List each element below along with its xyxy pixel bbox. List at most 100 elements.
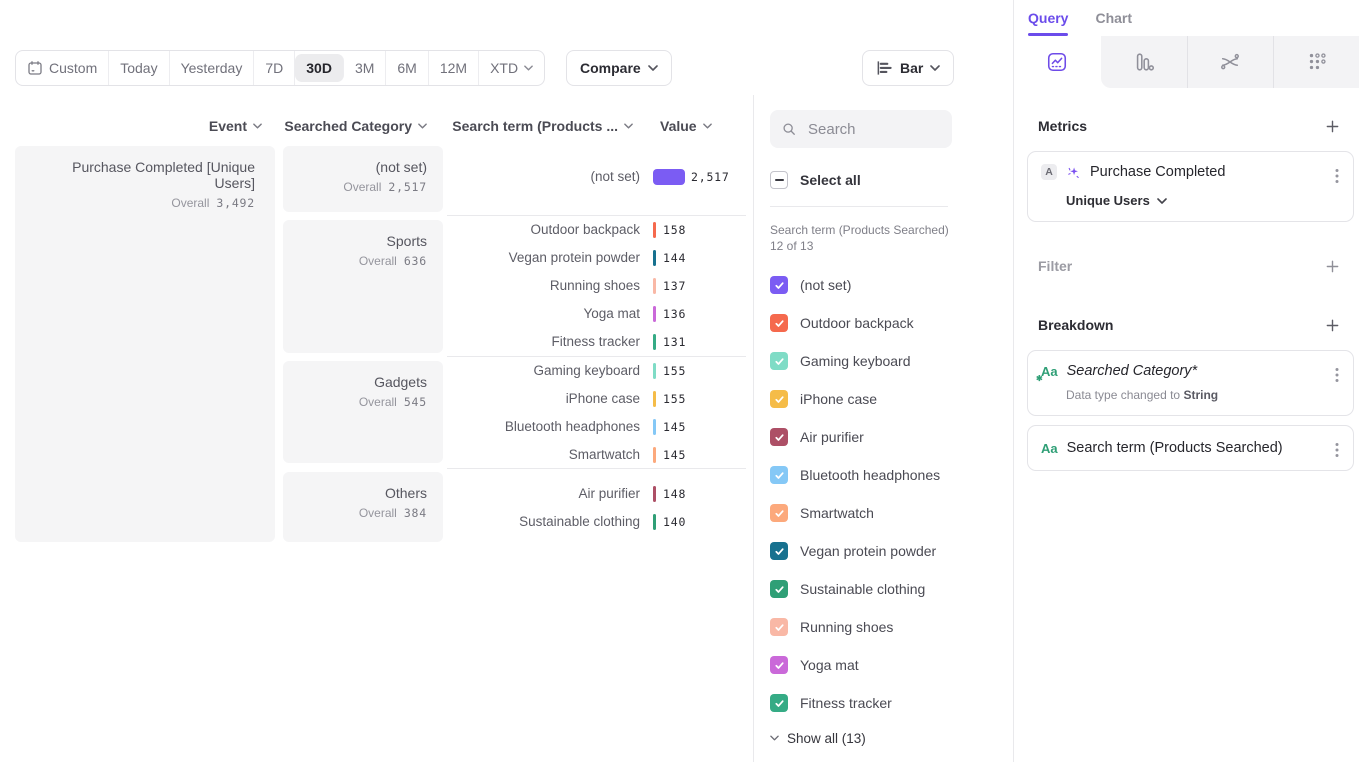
value-bar[interactable] (653, 169, 685, 185)
value-number: 2,517 (691, 170, 730, 184)
analytics-app: { "toolbar": { "date_ranges": [ {"label"… (0, 0, 1359, 762)
value-bar[interactable] (653, 278, 656, 294)
series-search-box[interactable] (770, 110, 952, 148)
add-filter-button[interactable] (1325, 259, 1340, 274)
value-bar[interactable] (653, 391, 656, 407)
chevron-down-icon (253, 123, 262, 129)
report-tab-insights[interactable] (1014, 36, 1100, 88)
tab-chart[interactable]: Chart (1095, 0, 1132, 36)
value-number: 145 (663, 448, 686, 462)
series-item-sustainable-clothing[interactable]: Sustainable clothing (770, 570, 1013, 608)
series-item-vegan-protein-powder[interactable]: Vegan protein powder (770, 532, 1013, 570)
category-name: Others (299, 485, 427, 501)
breakdown-card-searched-category[interactable]: Aa✱ Searched Category* Data type changed… (1027, 350, 1354, 416)
column-header-event[interactable]: Event (15, 117, 262, 135)
value-bar[interactable] (653, 363, 656, 379)
series-checkbox[interactable] (770, 276, 788, 294)
retention-icon (1306, 51, 1328, 73)
date-range-control[interactable]: Custom TodayYesterday7D30D3M 6M 12MXTD (15, 50, 545, 86)
column-header-searched-category[interactable]: Searched Category (283, 117, 427, 135)
date-range-today[interactable]: Today (109, 51, 169, 85)
series-item-gaming-keyboard[interactable]: Gaming keyboard (770, 342, 1013, 380)
date-range-label: 6M (397, 60, 416, 76)
breakdown-card-search-term[interactable]: Aa Search term (Products Searched) (1027, 425, 1354, 471)
column-header-search-term[interactable]: Search term (Products ... (447, 117, 633, 135)
series-item-label: Gaming keyboard (800, 353, 911, 369)
date-range-custom[interactable]: Custom (16, 51, 109, 85)
add-metric-button[interactable] (1325, 119, 1340, 134)
series-item-yoga-mat[interactable]: Yoga mat (770, 646, 1013, 684)
modified-asterisk-icon: ✱ (1036, 375, 1043, 383)
series-checkbox[interactable] (770, 542, 788, 560)
series-checkbox[interactable] (770, 390, 788, 408)
tab-query[interactable]: Query (1028, 0, 1068, 36)
metric-card[interactable]: A Purchase Completed Unique Users (1027, 151, 1354, 222)
report-tab-flows[interactable] (1187, 36, 1273, 88)
show-all-button[interactable]: Show all (13) (770, 722, 1013, 754)
search-term-label: Sustainable clothing (447, 508, 640, 536)
sidebar-tabs: Query Chart (1014, 0, 1359, 36)
search-term-label: Fitness tracker (447, 328, 640, 356)
date-range-xtd[interactable]: XTD (479, 51, 544, 85)
series-item-bluetooth-headphones[interactable]: Bluetooth headphones (770, 456, 1013, 494)
value-bar[interactable] (653, 306, 656, 322)
value-bar[interactable] (653, 486, 656, 502)
report-tab-retention[interactable] (1274, 36, 1359, 88)
series-item-fitness-tracker[interactable]: Fitness tracker (770, 684, 1013, 722)
search-term-label: Air purifier (447, 480, 640, 508)
date-range-3m[interactable]: 3M (344, 51, 386, 85)
category-cell-sports: Sports Overall636 (283, 220, 443, 353)
series-search-input[interactable] (806, 120, 940, 139)
series-checkbox[interactable] (770, 618, 788, 636)
series-item-not-set[interactable]: (not set) (770, 266, 1013, 304)
date-range-label: Custom (49, 60, 97, 76)
metric-options-kebab-icon[interactable] (1332, 165, 1342, 187)
metrics-heading: Metrics (1038, 118, 1087, 134)
series-checkbox[interactable] (770, 352, 788, 370)
value-row-vegan-protein-powder: Vegan protein powder 144 (447, 244, 747, 272)
search-term-label: Running shoes (447, 272, 640, 300)
series-item-air-purifier[interactable]: Air purifier (770, 418, 1013, 456)
category-cell-others: Others Overall384 (283, 472, 443, 542)
series-filter-panel: Select all Search term (Products Searche… (753, 95, 1013, 762)
date-range-12m[interactable]: 12M (429, 51, 479, 85)
series-checkbox[interactable] (770, 694, 788, 712)
column-header-value[interactable]: Value (660, 117, 720, 135)
value-bar[interactable] (653, 447, 656, 463)
value-bar[interactable] (653, 222, 656, 238)
series-item-label: Air purifier (800, 429, 864, 445)
date-range-yesterday[interactable]: Yesterday (170, 51, 255, 85)
breakdown-options-kebab-icon[interactable] (1332, 364, 1342, 386)
aggregation-label: Unique Users (1066, 193, 1150, 208)
aggregation-dropdown[interactable]: Unique Users (1066, 193, 1167, 208)
series-item-label: Yoga mat (800, 657, 859, 673)
series-item-iphone-case[interactable]: iPhone case (770, 380, 1013, 418)
select-all-row[interactable]: Select all (770, 171, 1013, 189)
value-bar[interactable] (653, 419, 656, 435)
series-item-outdoor-backpack[interactable]: Outdoor backpack (770, 304, 1013, 342)
add-breakdown-button[interactable] (1325, 318, 1340, 333)
value-bar[interactable] (653, 250, 656, 266)
series-checkbox[interactable] (770, 580, 788, 598)
date-range-30d[interactable]: 30D (295, 54, 344, 82)
series-item-running-shoes[interactable]: Running shoes (770, 608, 1013, 646)
series-checkbox[interactable] (770, 466, 788, 484)
category-name: (not set) (299, 159, 427, 175)
value-bar[interactable] (653, 514, 656, 530)
select-all-checkbox[interactable] (770, 171, 788, 189)
breakdown-heading: Breakdown (1038, 317, 1113, 333)
series-checkbox[interactable] (770, 314, 788, 332)
string-property-icon: Aa (1041, 442, 1058, 455)
value-bar[interactable] (653, 334, 656, 350)
series-item-smartwatch[interactable]: Smartwatch (770, 494, 1013, 532)
series-checkbox[interactable] (770, 428, 788, 446)
date-range-6m[interactable]: 6M (386, 51, 428, 85)
series-checkbox[interactable] (770, 504, 788, 522)
compare-button[interactable]: Compare (566, 50, 672, 86)
report-tab-funnels[interactable] (1101, 36, 1187, 88)
breakdown-options-kebab-icon[interactable] (1332, 439, 1342, 461)
series-checkbox[interactable] (770, 656, 788, 674)
chart-type-button[interactable]: Bar (862, 50, 954, 86)
chevron-down-icon (648, 65, 658, 71)
date-range-7d[interactable]: 7D (254, 51, 295, 85)
